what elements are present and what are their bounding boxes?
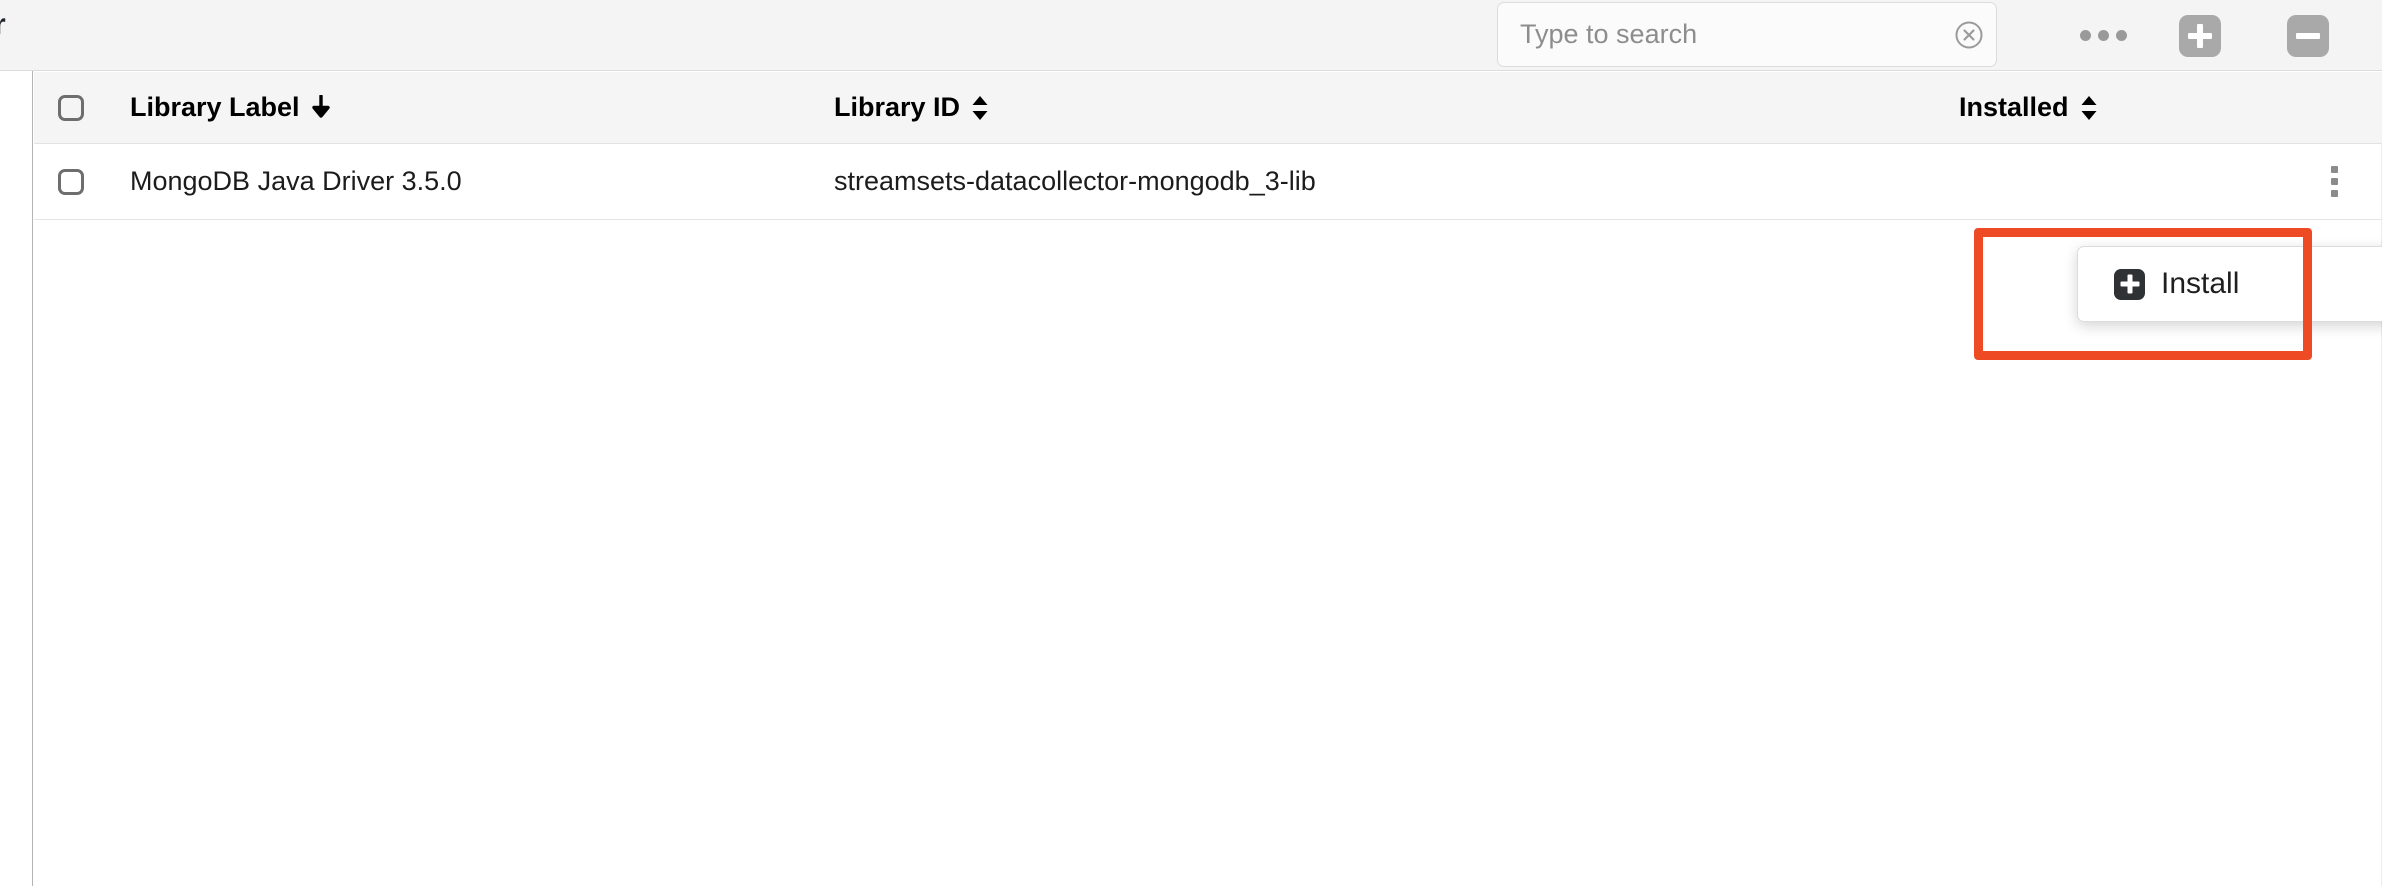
page-title-clipped: r bbox=[0, 8, 6, 42]
column-header-installed[interactable]: Installed bbox=[1959, 72, 2319, 143]
search-input[interactable] bbox=[1498, 3, 1942, 66]
menu-item-install[interactable]: Install bbox=[2078, 259, 2382, 309]
column-header-id-text: Library ID bbox=[834, 92, 961, 122]
column-header-library-label[interactable]: Library Label bbox=[130, 72, 810, 143]
add-button[interactable] bbox=[2146, 0, 2254, 71]
kebab-menu-icon[interactable] bbox=[2321, 160, 2348, 203]
column-header-label-text: Library Label bbox=[130, 92, 300, 122]
libraries-table: Library Label Library ID Installed Mongo… bbox=[34, 72, 2382, 886]
minus-square-icon bbox=[2287, 14, 2329, 57]
sort-updown-icon bbox=[970, 95, 990, 121]
arrow-down-icon bbox=[310, 94, 332, 121]
left-gutter bbox=[0, 71, 33, 886]
circle-x-icon[interactable] bbox=[1942, 2, 1996, 67]
row-checkbox[interactable] bbox=[58, 168, 84, 195]
plus-square-icon bbox=[2114, 268, 2145, 300]
row-context-menu: Install bbox=[2077, 246, 2382, 322]
sort-updown-icon bbox=[2079, 95, 2099, 121]
plus-square-icon bbox=[2179, 14, 2221, 57]
search-field-container[interactable] bbox=[1497, 2, 1997, 67]
library-id-text: streamsets-datacollector-mongodb_3-lib bbox=[834, 166, 1316, 196]
remove-button[interactable] bbox=[2254, 0, 2362, 71]
column-header-installed-text: Installed bbox=[1959, 92, 2069, 122]
library-label-text: MongoDB Java Driver 3.5.0 bbox=[130, 166, 462, 196]
table-row[interactable]: MongoDB Java Driver 3.5.0 streamsets-dat… bbox=[34, 144, 2382, 220]
menu-item-install-label: Install bbox=[2161, 267, 2240, 300]
row-menu-cell bbox=[2304, 144, 2364, 219]
table-header-row: Library Label Library ID Installed bbox=[34, 72, 2382, 144]
package-manager-screen: r bbox=[0, 0, 2382, 886]
top-toolbar: r bbox=[0, 0, 2382, 71]
toolbar-actions bbox=[2060, 0, 2362, 71]
column-header-library-id[interactable]: Library ID bbox=[834, 72, 1884, 143]
cell-library-id: streamsets-datacollector-mongodb_3-lib bbox=[834, 144, 1884, 219]
row-select-cell bbox=[58, 144, 118, 219]
ellipsis-icon[interactable] bbox=[2060, 0, 2146, 71]
cell-library-label: MongoDB Java Driver 3.5.0 bbox=[130, 144, 810, 219]
select-all-checkbox[interactable] bbox=[58, 94, 84, 121]
cell-installed bbox=[1959, 144, 2319, 219]
ellipsis-dots bbox=[2079, 30, 2127, 41]
select-all-cell bbox=[58, 72, 118, 143]
